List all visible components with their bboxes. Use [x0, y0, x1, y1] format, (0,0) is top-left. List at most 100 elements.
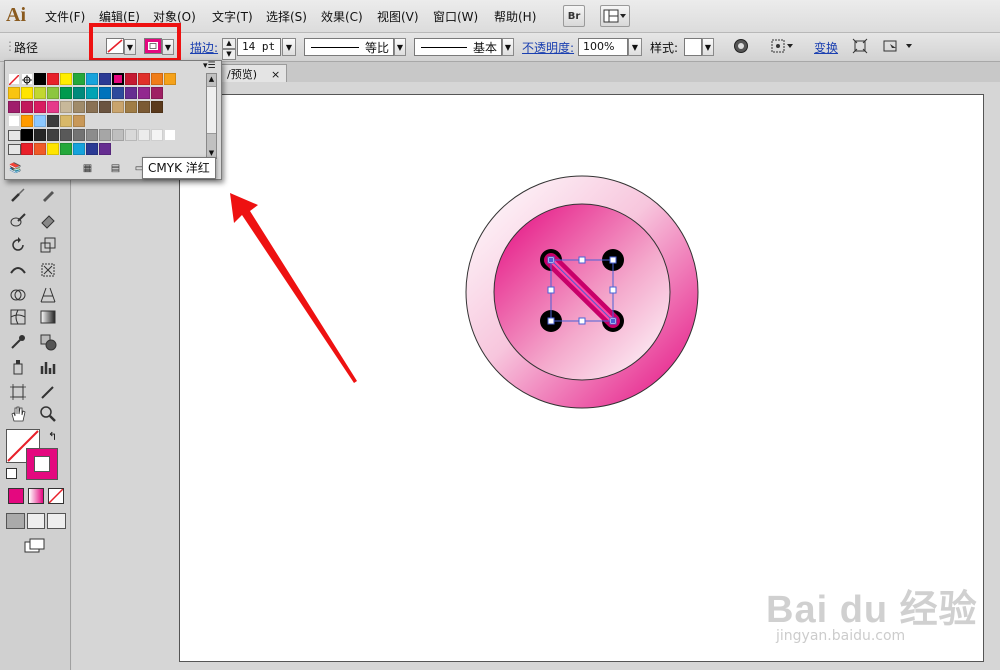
swatches-scrollbar[interactable]: ▲ ▼	[206, 73, 217, 159]
zoom-tool-icon[interactable]	[38, 404, 58, 424]
swatch-r0-c8[interactable]	[125, 73, 137, 85]
close-tab-icon[interactable]: ×	[271, 68, 280, 81]
brush-dropdown-arrow[interactable]: ▼	[502, 38, 514, 56]
swatch-r1-c1[interactable]	[21, 87, 33, 99]
swatch-r1-c7[interactable]	[99, 87, 111, 99]
swatch-r0-c2[interactable]	[47, 73, 59, 85]
width-tool-icon[interactable]	[8, 260, 28, 280]
panel-menu-icon[interactable]: ▾☰	[203, 61, 216, 71]
swatch-r2-c4[interactable]	[60, 101, 72, 113]
stepper-down-icon[interactable]: ▼	[222, 49, 236, 60]
swatch-libraries-icon[interactable]: 📚	[9, 163, 22, 175]
mesh-tool-icon[interactable]	[8, 307, 28, 327]
swatch-r0-c10[interactable]	[151, 73, 163, 85]
stroke-weight-dropdown[interactable]: ▼	[282, 38, 296, 56]
swatch-r2-c3[interactable]	[47, 101, 59, 113]
menu-select[interactable]: 选择(S)	[266, 8, 307, 25]
column-graph-tool-icon[interactable]	[38, 357, 58, 377]
hand-tool-icon[interactable]	[8, 404, 28, 424]
swatch-r1-c5[interactable]	[73, 87, 85, 99]
blend-tool-icon[interactable]	[38, 332, 58, 352]
gradient-mode-icon[interactable]	[28, 488, 44, 504]
draw-normal-icon[interactable]	[6, 513, 25, 529]
stroke-panel-link[interactable]: 描边:	[190, 39, 218, 56]
swatch-r1-c10[interactable]	[138, 87, 150, 99]
swatch-r3-c2[interactable]	[34, 115, 46, 127]
swatch-r2-c7[interactable]	[99, 101, 111, 113]
free-transform-tool-icon[interactable]	[38, 260, 58, 280]
stroke-color-swatch[interactable]	[144, 38, 162, 54]
swatch-r0-c4[interactable]	[73, 73, 85, 85]
slice-tool-icon[interactable]	[38, 382, 58, 402]
swatch-r5-c1[interactable]	[34, 143, 46, 155]
transform-panel-link[interactable]: 变换	[814, 39, 838, 56]
menu-object[interactable]: 对象(O)	[153, 8, 196, 25]
handle-bottom-left[interactable]	[547, 317, 555, 325]
gradient-tool-icon[interactable]	[38, 307, 58, 327]
swatch-options-icon[interactable]: ▤	[109, 163, 122, 175]
profile-dropdown-arrow[interactable]: ▼	[394, 38, 406, 56]
swatch-r5-c2[interactable]	[47, 143, 59, 155]
swatch-r0-c7[interactable]	[112, 73, 124, 85]
symbol-sprayer-tool-icon[interactable]	[8, 357, 28, 377]
swatch-r1-c9[interactable]	[125, 87, 137, 99]
swatch-r3-c1[interactable]	[21, 115, 33, 127]
swatch-r2-c1[interactable]	[21, 101, 33, 113]
scroll-up-icon[interactable]: ▲	[207, 74, 216, 84]
handle-middle-left[interactable]	[547, 286, 555, 294]
stroke-dropdown-arrow[interactable]: ▼	[162, 39, 174, 55]
swatch-r5-c5[interactable]	[86, 143, 98, 155]
menu-type[interactable]: 文字(T)	[212, 8, 253, 25]
stroke-weight-stepper[interactable]: ▲ ▼	[222, 38, 236, 60]
arrange-documents-icon[interactable]	[882, 38, 916, 56]
none-mode-icon[interactable]	[48, 488, 64, 504]
pencil-tool-icon[interactable]	[38, 185, 58, 205]
swatch-r1-c11[interactable]	[151, 87, 163, 99]
swatch-r4-c9[interactable]	[138, 129, 150, 141]
swatch-r4-c11[interactable]	[164, 129, 176, 141]
swatch-r4-c6[interactable]	[99, 129, 111, 141]
handle-middle-right[interactable]	[609, 286, 617, 294]
blob-brush-tool-icon[interactable]	[8, 210, 28, 230]
swatch-r4-c0[interactable]	[21, 129, 33, 141]
swatch-r0-c9[interactable]	[138, 73, 150, 85]
swatch-r3-c5[interactable]	[73, 115, 85, 127]
isolate-selection-icon[interactable]	[852, 38, 870, 56]
swatch-r1-c4[interactable]	[60, 87, 72, 99]
swatch-r5-c0[interactable]	[21, 143, 33, 155]
graphic-style-swatch[interactable]	[684, 38, 702, 56]
swatch-r0-c11[interactable]	[164, 73, 176, 85]
opacity-input[interactable]: 100%	[578, 38, 628, 56]
eraser-tool-icon[interactable]	[38, 210, 58, 230]
handle-top-right[interactable]	[609, 256, 617, 264]
artboard-tool-icon[interactable]	[8, 382, 28, 402]
fill-color-swatch[interactable]	[106, 38, 124, 54]
swatch-r2-c10[interactable]	[138, 101, 150, 113]
screen-mode-icon[interactable]	[24, 538, 46, 557]
swatch-r4-c8[interactable]	[125, 129, 137, 141]
swatch-r2-c11[interactable]	[151, 101, 163, 113]
show-swatch-kinds-icon[interactable]: ▦	[81, 163, 94, 175]
swatch-r2-c8[interactable]	[112, 101, 124, 113]
bridge-button[interactable]: Br	[563, 5, 585, 27]
swatch-r1-c3[interactable]	[47, 87, 59, 99]
graphic-style-dropdown[interactable]: ▼	[702, 38, 714, 56]
stepper-up-icon[interactable]: ▲	[222, 38, 236, 49]
swatch-r1-c2[interactable]	[34, 87, 46, 99]
handle-top-middle[interactable]	[578, 256, 586, 264]
swatch-r0-c5[interactable]	[86, 73, 98, 85]
swatch-r4-c5[interactable]	[86, 129, 98, 141]
document-tab[interactable]: /预览) ×	[220, 64, 288, 83]
swatch-r2-c5[interactable]	[73, 101, 85, 113]
swatch-r2-c6[interactable]	[86, 101, 98, 113]
align-options-icon[interactable]	[770, 38, 796, 56]
color-group-folder-icon[interactable]	[8, 130, 21, 141]
default-fill-stroke-icon[interactable]	[6, 468, 17, 479]
swatch-r0-c3[interactable]	[60, 73, 72, 85]
swatch-r5-c4[interactable]	[73, 143, 85, 155]
menu-effect[interactable]: 效果(C)	[321, 8, 363, 25]
workspace-layout-button[interactable]	[600, 5, 630, 27]
swatch-r2-c9[interactable]	[125, 101, 137, 113]
draw-inside-icon[interactable]	[47, 513, 67, 529]
fill-dropdown-arrow[interactable]: ▼	[124, 39, 136, 55]
